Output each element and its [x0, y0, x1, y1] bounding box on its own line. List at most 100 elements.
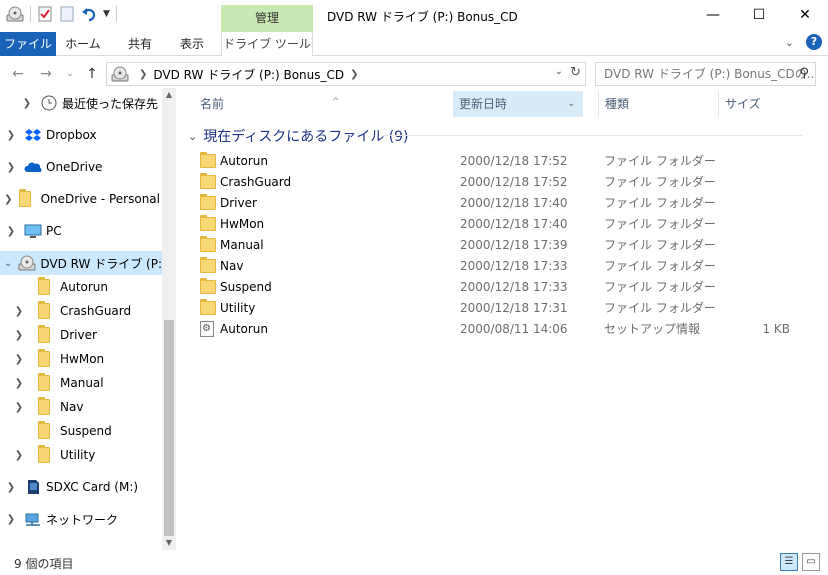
item-count: 9 個の項目: [14, 557, 74, 571]
details-view-button[interactable]: ☰: [780, 553, 798, 571]
expand-chevron-icon[interactable]: ❯: [4, 226, 18, 237]
recent-locations-button[interactable]: ⌄: [60, 64, 80, 84]
maximize-button[interactable]: ☐: [736, 0, 782, 30]
breadcrumb-chevron-icon[interactable]: ❯: [350, 69, 358, 80]
nav-scrollbar[interactable]: ▲ ▼: [162, 88, 176, 550]
window-title: DVD RW ドライブ (P:) Bonus_CD: [327, 10, 518, 24]
address-row: ← → ⌄ ↑ ❯ DVD RW ドライブ (P:) Bonus_CD ❯ ⌄ …: [0, 60, 828, 88]
sidebar-item-pc[interactable]: ❯ PC: [0, 219, 160, 243]
dvd-drive-icon[interactable]: [6, 6, 24, 22]
window-controls: — ☐ ✕: [690, 0, 828, 30]
help-icon[interactable]: ?: [806, 34, 822, 50]
sidebar-item-driver[interactable]: ❯ Driver: [0, 323, 160, 347]
column-header-date[interactable]: 更新日時 ⌄: [453, 91, 583, 117]
sidebar-item-onedrive-personal[interactable]: ❯ OneDrive - Personal: [0, 187, 160, 211]
sidebar-item-nav[interactable]: ❯ Nav: [0, 395, 160, 419]
list-item[interactable]: Utility 2000/12/18 17:31 ファイル フォルダー: [200, 297, 800, 318]
expand-chevron-icon[interactable]: ❯: [12, 306, 26, 317]
tab-drive-tools[interactable]: ドライブ ツール: [221, 32, 313, 56]
undo-icon[interactable]: [81, 6, 97, 22]
customize-toolbar-icon[interactable]: ▼: [103, 9, 110, 19]
sidebar-item-sdxc[interactable]: ❯ SDXC Card (M:): [0, 475, 160, 499]
quick-access-toolbar: ▼: [6, 6, 117, 22]
list-item[interactable]: Driver 2000/12/18 17:40 ファイル フォルダー: [200, 192, 800, 213]
expand-ribbon-icon[interactable]: ⌄: [785, 36, 794, 49]
sidebar-item-suspend[interactable]: ❯ Suspend: [0, 419, 160, 443]
sidebar-item-autorun[interactable]: ❯ Autorun: [0, 275, 160, 299]
search-input[interactable]: DVD RW ドライブ (P:) Bonus_CDの... ⚲: [595, 62, 816, 86]
folder-shape: [38, 421, 50, 439]
refresh-icon[interactable]: ↻: [570, 65, 581, 80]
column-header-label: サイズ: [725, 97, 761, 111]
context-tab-header: 管理: [221, 5, 313, 32]
folder-icon: [38, 301, 56, 319]
sidebar-item-dvd-drive[interactable]: ⌄ DVD RW ドライブ (P:) Bo: [0, 251, 162, 275]
scroll-thumb[interactable]: [164, 320, 174, 536]
tab-file[interactable]: ファイル: [0, 32, 56, 56]
folder-shape: [200, 256, 216, 273]
sidebar-item-recent[interactable]: ❯ 最近使った保存先: [0, 91, 160, 115]
list-item[interactable]: HwMon 2000/12/18 17:40 ファイル フォルダー: [200, 213, 800, 234]
expand-chevron-icon[interactable]: ❯: [12, 378, 26, 389]
folder-icon: [200, 151, 216, 168]
scroll-down-icon[interactable]: ▼: [162, 536, 176, 550]
forward-button[interactable]: →: [36, 64, 56, 84]
expand-chevron-icon[interactable]: ❯: [12, 402, 26, 413]
minimize-button[interactable]: —: [690, 0, 736, 30]
expand-chevron-icon[interactable]: ❯: [4, 162, 18, 173]
list-item[interactable]: Nav 2000/12/18 17:33 ファイル フォルダー: [200, 255, 800, 276]
folder-shape: [200, 172, 216, 189]
sidebar-item-dropbox[interactable]: ❯ Dropbox: [0, 123, 160, 147]
close-button[interactable]: ✕: [782, 0, 828, 30]
file-type: ファイル フォルダー: [604, 301, 716, 315]
list-item[interactable]: Suspend 2000/12/18 17:33 ファイル フォルダー: [200, 276, 800, 297]
list-item[interactable]: Autorun 2000/12/18 17:52 ファイル フォルダー: [200, 150, 800, 171]
column-header-name[interactable]: 名前 ^: [194, 91, 452, 117]
list-item[interactable]: Manual 2000/12/18 17:39 ファイル フォルダー: [200, 234, 800, 255]
breadcrumb[interactable]: DVD RW ドライブ (P:) Bonus_CD: [153, 66, 344, 83]
expand-chevron-icon[interactable]: ❯: [4, 514, 18, 525]
file-date: 2000/12/18 17:52: [460, 153, 568, 168]
sidebar-item-crashguard[interactable]: ❯ CrashGuard: [0, 299, 160, 323]
expand-chevron-icon[interactable]: ❯: [4, 130, 18, 141]
sidebar-item-utility[interactable]: ❯ Utility: [0, 443, 160, 467]
address-bar[interactable]: ❯ DVD RW ドライブ (P:) Bonus_CD ❯ ⌄ ↻: [106, 62, 586, 86]
collapse-chevron-icon[interactable]: ⌄: [4, 258, 12, 269]
new-folder-icon[interactable]: [59, 6, 75, 22]
back-button[interactable]: ←: [8, 64, 28, 84]
expand-chevron-icon[interactable]: ❯: [12, 354, 26, 365]
details-view-icon: ☰: [784, 556, 794, 567]
collapse-group-icon[interactable]: ⌄: [188, 130, 197, 143]
properties-icon[interactable]: [37, 6, 53, 22]
tab-share[interactable]: 共有: [118, 32, 162, 56]
large-icons-view-button[interactable]: ▭: [802, 553, 820, 571]
sidebar-item-network[interactable]: ❯ ネットワーク: [0, 507, 160, 531]
sidebar-item-manual[interactable]: ❯ Manual: [0, 371, 160, 395]
tab-home[interactable]: ホーム: [61, 32, 105, 56]
expand-chevron-icon[interactable]: ❯: [12, 330, 26, 341]
folder-shape: [200, 214, 216, 231]
scroll-up-icon[interactable]: ▲: [162, 88, 176, 102]
folder-shape: [18, 189, 31, 207]
folder-shape: [200, 151, 216, 168]
expand-chevron-icon[interactable]: ❯: [4, 482, 18, 493]
expand-chevron-icon[interactable]: ❯: [20, 98, 34, 109]
expand-chevron-icon[interactable]: ❯: [12, 450, 26, 461]
up-button[interactable]: ↑: [82, 64, 102, 84]
file-date: 2000/12/18 17:31: [460, 300, 568, 315]
sidebar-item-hwmon[interactable]: ❯ HwMon: [0, 347, 160, 371]
up-arrow-icon: ↑: [86, 66, 98, 82]
column-header-size[interactable]: サイズ: [718, 91, 798, 117]
tab-view[interactable]: 表示: [170, 32, 214, 56]
address-dropdown-icon[interactable]: ⌄: [555, 66, 563, 77]
expand-chevron-icon[interactable]: ❯: [4, 194, 13, 205]
breadcrumb-chevron-icon[interactable]: ❯: [139, 69, 147, 80]
group-header[interactable]: ⌄ 現在ディスクにあるファイル (9): [188, 126, 409, 146]
sidebar-item-onedrive[interactable]: ❯ OneDrive: [0, 155, 160, 179]
list-item[interactable]: CrashGuard 2000/12/18 17:52 ファイル フォルダー: [200, 171, 800, 192]
column-header-type[interactable]: 種類: [598, 91, 718, 117]
file-date: 2000/12/18 17:52: [460, 174, 568, 189]
list-item[interactable]: Autorun 2000/08/11 14:06 セットアップ情報 1 KB: [200, 318, 800, 339]
file-name: Manual: [220, 237, 264, 252]
column-dropdown-icon[interactable]: ⌄: [567, 91, 575, 117]
